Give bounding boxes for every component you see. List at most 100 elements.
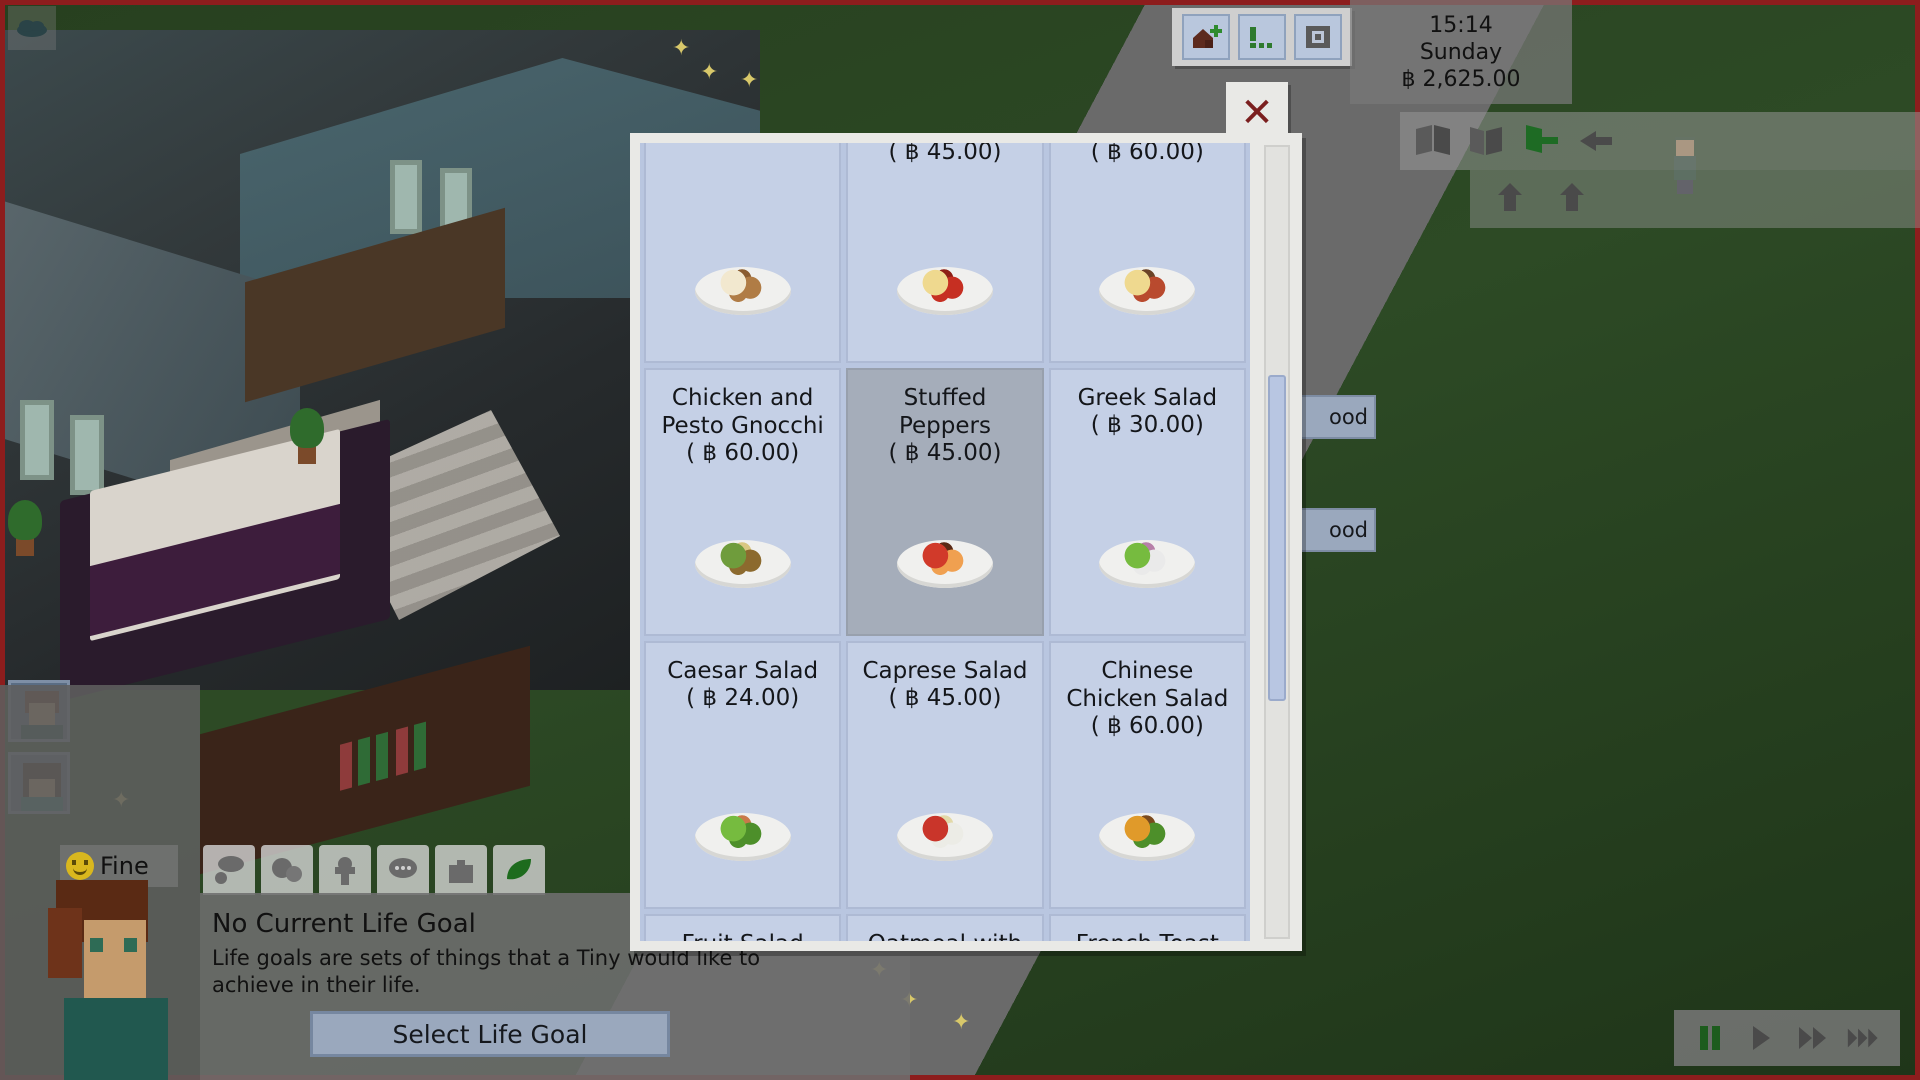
clock-panel: 15:14 Sunday ฿ 2,625.00 bbox=[1350, 0, 1572, 104]
food-topping bbox=[920, 269, 969, 303]
sparkle: ✦ bbox=[672, 36, 691, 61]
sparkle: ✦ bbox=[700, 60, 719, 85]
tab-relationships[interactable] bbox=[261, 845, 313, 895]
stairs-up-2-icon[interactable] bbox=[1552, 181, 1592, 217]
food-item-image bbox=[896, 530, 993, 592]
food-item-cell[interactable]: Bolognese( ฿ 45.00) bbox=[846, 143, 1044, 363]
food-item-image bbox=[1099, 530, 1196, 592]
avatar-hair-side bbox=[48, 908, 82, 978]
food-item-cell[interactable]: Chicken and Pesto Gnocchi( ฿ 60.00) bbox=[644, 368, 842, 636]
food-item-name: Greek Salad bbox=[1077, 385, 1218, 411]
dialog-scrollbar-thumb[interactable] bbox=[1268, 375, 1286, 701]
life-goal-description: Life goals are sets of things that a Tin… bbox=[212, 946, 761, 997]
food-item-image bbox=[694, 530, 791, 592]
book bbox=[358, 736, 370, 786]
food-item-image bbox=[896, 803, 993, 865]
food-item-image bbox=[1099, 803, 1196, 865]
build-tools-row-1 bbox=[1400, 112, 1920, 170]
game-screen: ✦ ✦ ✦ ✦ ✦ ✦ ✦ ✦ ✦ ✦ ✦ bbox=[0, 0, 1920, 1080]
avatar-eye-right bbox=[124, 938, 137, 952]
tab-thoughts[interactable] bbox=[203, 845, 255, 895]
door-green-icon[interactable] bbox=[1522, 123, 1562, 159]
select-life-goal-button[interactable]: Select Life Goal bbox=[310, 1011, 670, 1057]
food-selection-dialog: ( ฿ 36.00)Bolognese( ฿ 45.00)Parmesan( ฿… bbox=[630, 133, 1302, 951]
food-topping bbox=[718, 815, 767, 849]
tab-needs[interactable] bbox=[319, 845, 371, 895]
mood-label: Fine bbox=[100, 852, 149, 880]
buy-food-label-1: ood bbox=[1328, 405, 1368, 429]
food-item-name: Caesar Salad bbox=[667, 658, 819, 684]
food-item-cell[interactable]: Stuffed Peppers( ฿ 45.00) bbox=[846, 368, 1044, 636]
character-tab-strip bbox=[203, 843, 545, 895]
ultra-speed-button[interactable] bbox=[1847, 1022, 1881, 1054]
dialog-scrollbar-track[interactable] bbox=[1264, 145, 1290, 939]
food-item-cell[interactable]: French Toast bbox=[1048, 914, 1246, 941]
book bbox=[376, 731, 388, 782]
roof-icon[interactable] bbox=[1576, 123, 1616, 159]
window-1 bbox=[20, 400, 54, 480]
food-item-cell[interactable]: Fruit Salad bbox=[644, 914, 842, 941]
avatar-face bbox=[84, 920, 146, 998]
food-item-name: Chinese Chicken Salad bbox=[1066, 658, 1229, 713]
fast-forward-button[interactable] bbox=[1796, 1022, 1830, 1054]
money-display: ฿ 2,625.00 bbox=[1401, 66, 1521, 92]
add-house-button[interactable] bbox=[1182, 14, 1230, 60]
book bbox=[340, 741, 352, 791]
food-item-cell[interactable]: Oatmeal with bbox=[846, 914, 1044, 941]
food-item-name: French Toast bbox=[1070, 930, 1225, 941]
smiley-face-icon bbox=[66, 852, 94, 880]
tab-social[interactable] bbox=[377, 845, 429, 895]
book bbox=[396, 726, 408, 776]
food-topping bbox=[1123, 815, 1172, 849]
food-item-image bbox=[1099, 257, 1196, 319]
wall-icon[interactable] bbox=[1414, 123, 1454, 159]
food-item-cell[interactable]: Caprese Salad( ฿ 45.00) bbox=[846, 641, 1044, 909]
food-topping bbox=[1123, 269, 1172, 303]
buy-food-label-2: ood bbox=[1328, 518, 1368, 542]
food-item-image bbox=[694, 803, 791, 865]
food-item-image bbox=[694, 257, 791, 319]
avatar-eye-left bbox=[90, 938, 103, 952]
food-item-price: ( ฿ 60.00) bbox=[1090, 713, 1204, 740]
food-item-cell[interactable]: Caesar Salad( ฿ 24.00) bbox=[644, 641, 842, 909]
tab-life-goal[interactable] bbox=[493, 845, 545, 895]
wall-corner-icon[interactable] bbox=[1468, 123, 1508, 159]
window-2 bbox=[70, 415, 104, 495]
select-life-goal-label: Select Life Goal bbox=[392, 1019, 588, 1049]
sparkle: ✦ bbox=[740, 68, 759, 93]
cloud-icon bbox=[8, 6, 56, 50]
book bbox=[414, 721, 426, 771]
potted-plant-2[interactable] bbox=[8, 500, 42, 556]
food-item-price: ( ฿ 60.00) bbox=[1090, 143, 1204, 166]
food-item-name: Caprese Salad bbox=[862, 658, 1028, 684]
food-item-name: Chicken and Pesto Gnocchi bbox=[661, 385, 824, 440]
tab-career[interactable] bbox=[435, 845, 487, 895]
food-item-price: ( ฿ 60.00) bbox=[686, 440, 800, 467]
food-item-name: Fruit Salad bbox=[676, 930, 810, 941]
food-topping bbox=[920, 542, 969, 576]
needs-button[interactable] bbox=[1238, 14, 1286, 60]
pause-button[interactable] bbox=[1693, 1022, 1727, 1054]
food-item-name: Stuffed Peppers bbox=[898, 385, 991, 440]
food-topping bbox=[718, 269, 767, 303]
clock-time: 15:14 bbox=[1429, 12, 1493, 38]
food-item-price: ( ฿ 45.00) bbox=[888, 440, 1002, 467]
food-item-price: ( ฿ 45.00) bbox=[888, 685, 1002, 712]
food-grid-viewport: ( ฿ 36.00)Bolognese( ฿ 45.00)Parmesan( ฿… bbox=[640, 143, 1250, 941]
food-item-cell[interactable]: Greek Salad( ฿ 30.00) bbox=[1048, 368, 1246, 636]
avatar-body bbox=[64, 998, 168, 1080]
settings-button[interactable] bbox=[1294, 14, 1342, 60]
buy-food-button-1[interactable]: ood bbox=[1292, 395, 1376, 439]
window-3 bbox=[390, 160, 422, 234]
stairs-up-icon[interactable] bbox=[1490, 181, 1530, 217]
food-topping bbox=[718, 542, 767, 576]
food-item-price: ( ฿ 24.00) bbox=[686, 685, 800, 712]
food-grid: ( ฿ 36.00)Bolognese( ฿ 45.00)Parmesan( ฿… bbox=[640, 143, 1250, 941]
food-item-cell[interactable]: Parmesan( ฿ 60.00) bbox=[1048, 143, 1246, 363]
hud-toolbar bbox=[1172, 8, 1352, 66]
potted-plant[interactable] bbox=[290, 408, 324, 464]
play-button[interactable] bbox=[1744, 1022, 1778, 1054]
food-item-cell[interactable]: ( ฿ 36.00) bbox=[644, 143, 842, 363]
food-item-cell[interactable]: Chinese Chicken Salad( ฿ 60.00) bbox=[1048, 641, 1246, 909]
buy-food-button-2[interactable]: ood bbox=[1292, 508, 1376, 552]
